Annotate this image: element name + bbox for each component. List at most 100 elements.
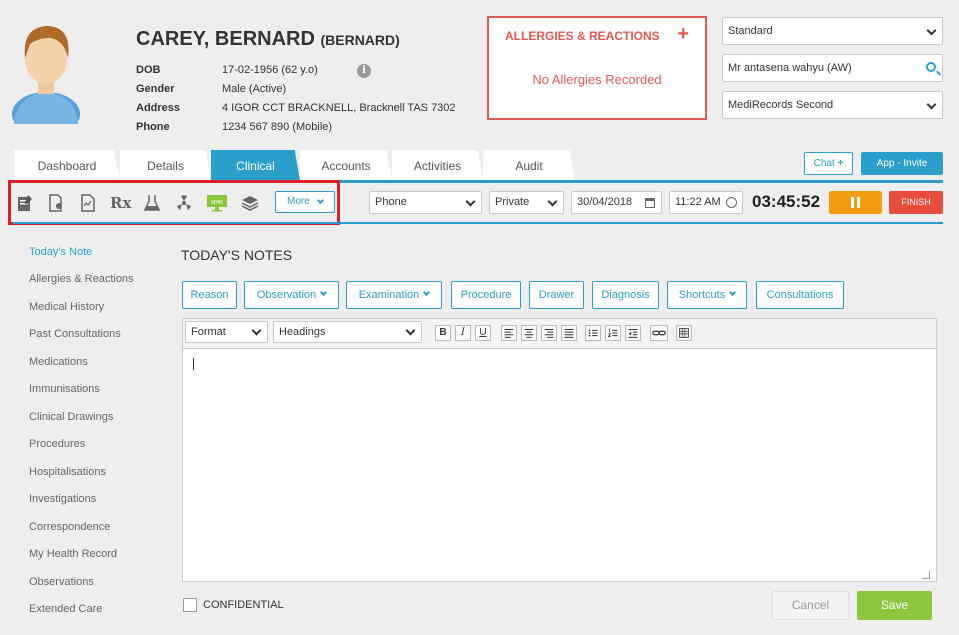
gender-label: Gender [136, 83, 175, 95]
address-value: 4 IGOR CCT BRACKNELL, Bracknell TAS 7302 [222, 102, 456, 114]
chevron-down-icon [251, 325, 262, 336]
toolbar-divider [13, 222, 943, 224]
chevron-down-icon [465, 196, 476, 207]
radiology-icon[interactable] [174, 193, 194, 213]
no-allergies-text: No Allergies Recorded [532, 72, 662, 87]
sidebar-item-extended-care[interactable]: Extended Care [29, 603, 102, 615]
observation-dropdown[interactable]: Observation [244, 281, 339, 309]
sidebar-item-allergies[interactable]: Allergies & Reactions [29, 273, 134, 285]
tab-accounts[interactable]: Accounts [300, 150, 392, 180]
save-button[interactable]: Save [857, 591, 932, 620]
search-icon[interactable] [926, 62, 936, 72]
consultations-button[interactable]: Consultations [756, 281, 844, 309]
stack-icon[interactable] [240, 193, 260, 213]
chevron-down-icon [926, 25, 937, 36]
diagnosis-button[interactable]: Diagnosis [592, 281, 659, 309]
add-allergy-icon[interactable]: + [677, 23, 689, 46]
notes-editor[interactable] [182, 349, 937, 582]
headings-select[interactable]: Headings [273, 321, 422, 343]
location-select[interactable]: MediRecords Second [722, 91, 943, 119]
consult-timer: 03:45:52 [752, 192, 821, 211]
drawer-button[interactable]: Drawer [529, 281, 584, 309]
align-right-icon[interactable] [541, 325, 557, 341]
gender-value: Male (Active) [222, 83, 287, 95]
confidential-checkbox[interactable] [183, 598, 197, 612]
sidebar-item-medical-history[interactable]: Medical History [29, 301, 104, 313]
prescription-icon[interactable]: Rx [110, 193, 131, 213]
resize-handle-icon[interactable] [922, 571, 930, 579]
tab-dashboard[interactable]: Dashboard [14, 150, 120, 180]
address-label: Address [136, 102, 181, 114]
time-input[interactable]: 11:22 AM [669, 191, 743, 214]
sidebar-item-my-health-record[interactable]: My Health Record [29, 548, 117, 560]
info-icon[interactable]: i [357, 64, 371, 78]
patient-avatar [12, 26, 80, 124]
tab-details[interactable]: Details [120, 150, 211, 180]
dob-value: 17-02-1956 (62 y.o) [222, 64, 318, 76]
underline-button[interactable]: U [475, 325, 491, 341]
patient-preferred-name: (BERNARD) [320, 32, 400, 48]
mhr-monitor-icon[interactable]: MHR [206, 193, 228, 213]
align-center-icon[interactable] [521, 325, 537, 341]
practitioner-search-input[interactable]: Mr antasena wahyu (AW) [722, 54, 943, 82]
document-pin-icon[interactable] [46, 193, 66, 213]
sidebar-item-past-consultations[interactable]: Past Consultations [29, 328, 121, 340]
sidebar-item-hospitalisations[interactable]: Hospitalisations [29, 466, 106, 478]
allergies-panel: ALLERGIES & REACTIONS + No Allergies Rec… [487, 16, 707, 120]
link-icon[interactable] [650, 325, 668, 341]
calendar-icon[interactable] [645, 198, 655, 208]
plus-icon: + [837, 158, 844, 169]
pause-button[interactable] [829, 191, 882, 214]
notes-icon[interactable] [15, 193, 35, 213]
billing-type-select[interactable]: Standard [722, 17, 943, 45]
allergies-title: ALLERGIES & REACTIONS [505, 29, 660, 43]
more-button[interactable]: More [275, 191, 335, 213]
table-icon[interactable] [676, 325, 692, 341]
numbered-list-icon[interactable] [605, 325, 621, 341]
align-justify-icon[interactable] [561, 325, 577, 341]
tab-clinical[interactable]: Clinical [211, 150, 300, 180]
chevron-down-icon [316, 196, 325, 205]
tab-activities[interactable]: Activities [392, 150, 483, 180]
bullet-list-icon[interactable] [585, 325, 601, 341]
chevron-down-icon [926, 99, 937, 110]
shortcuts-dropdown[interactable]: Shortcuts [667, 281, 747, 309]
chat-button[interactable]: Chat + [804, 152, 853, 175]
sidebar-item-clinical-drawings[interactable]: Clinical Drawings [29, 411, 113, 423]
reason-button[interactable]: Reason [182, 281, 237, 309]
date-input[interactable]: 30/04/2018 [571, 191, 662, 214]
finish-button[interactable]: FINISH [889, 191, 943, 214]
report-icon[interactable] [78, 193, 98, 213]
sidebar-item-immunisations[interactable]: Immunisations [29, 383, 100, 395]
align-left-icon[interactable] [501, 325, 517, 341]
consult-type-select[interactable]: Phone [369, 191, 482, 214]
procedure-button[interactable]: Procedure [451, 281, 521, 309]
clock-icon[interactable] [726, 197, 737, 208]
billing-select[interactable]: Private [489, 191, 564, 214]
chevron-down-icon [729, 288, 737, 297]
svg-text:MHR: MHR [211, 200, 223, 206]
outdent-icon[interactable] [625, 325, 641, 341]
lab-flask-icon[interactable] [142, 193, 162, 213]
text-cursor [193, 358, 194, 370]
cancel-button[interactable]: Cancel [772, 591, 849, 620]
format-select[interactable]: Format [185, 321, 268, 343]
chevron-down-icon [405, 325, 416, 336]
examination-dropdown[interactable]: Examination [346, 281, 442, 309]
sidebar-item-procedures[interactable]: Procedures [29, 438, 85, 450]
patient-name: CAREY, BERNARD (BERNARD) [136, 28, 400, 50]
chevron-down-icon [320, 288, 328, 297]
bold-button[interactable]: B [435, 325, 451, 341]
sidebar-item-medications[interactable]: Medications [29, 356, 88, 368]
tab-audit[interactable]: Audit [483, 150, 575, 180]
italic-button[interactable]: I [455, 325, 471, 341]
confidential-label: CONFIDENTIAL [203, 599, 284, 611]
sidebar-item-investigations[interactable]: Investigations [29, 493, 96, 505]
chevron-down-icon [547, 196, 558, 207]
sidebar-item-todays-note[interactable]: Today's Note [29, 246, 92, 258]
dob-label: DOB [136, 64, 161, 76]
app-invite-button[interactable]: App - Invite [861, 152, 943, 175]
page-title: TODAY'S NOTES [181, 247, 293, 263]
sidebar-item-correspondence[interactable]: Correspondence [29, 521, 110, 533]
sidebar-item-observations[interactable]: Observations [29, 576, 94, 588]
